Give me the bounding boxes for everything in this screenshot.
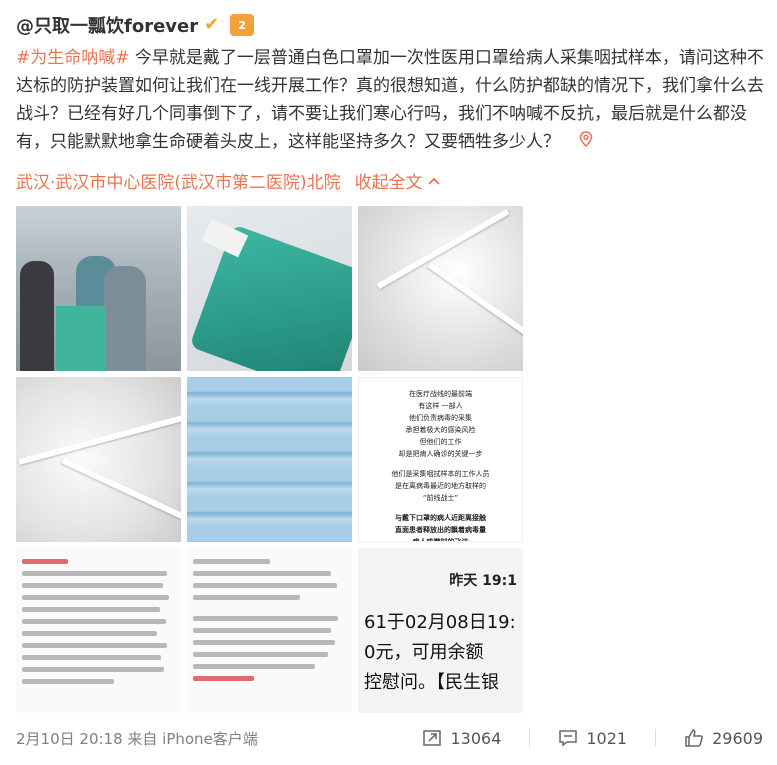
- divider: [529, 729, 531, 747]
- chevron-up-icon: [428, 177, 440, 185]
- post-body: #为生命呐喊# 今早就是戴了一层普通白色口罩加一次性医用口罩给病人采集咽拭样本，…: [16, 44, 766, 156]
- sms-line: 控慰问。【民生银: [364, 672, 499, 693]
- like-button[interactable]: 29609: [684, 728, 763, 748]
- photo-sms-screenshot[interactable]: 昨天 19:1 61于02月08日19: 0元，可用余额 控慰问。【民生银: [358, 548, 523, 713]
- photo-green-gown[interactable]: [187, 206, 352, 371]
- post-header: @只取一瓢饮forever ✔ 2: [16, 10, 255, 40]
- poster-line: [365, 460, 516, 468]
- photo-text-document-1[interactable]: [16, 548, 181, 713]
- sms-line: 0元，可用余额: [364, 642, 484, 663]
- photo-blue-surgical-mask[interactable]: [187, 377, 352, 542]
- poster-line: 直面患者释放出的飘着病毒量: [395, 526, 486, 534]
- poster-line: 与戴下口罩的病人近距离接触: [395, 514, 486, 522]
- photo-white-mask[interactable]: [358, 206, 523, 371]
- member-crown-icon[interactable]: 2: [230, 14, 255, 36]
- poster-line: 病人咳嗽时的飞沫: [412, 538, 469, 542]
- hashtag-link[interactable]: #为生命呐喊#: [16, 48, 130, 68]
- repost-count: 13064: [450, 728, 502, 748]
- poster-line: 有这样 一部人: [418, 402, 463, 410]
- photo-text-poster[interactable]: 在医疗战线的最前端 有这样 一部人他们负责病毒的采集 承担着极大的感染风险 但他们的工…: [358, 377, 523, 542]
- photo-text-document-2[interactable]: [187, 548, 352, 713]
- location-pin-icon: [574, 131, 593, 152]
- comment-icon: [559, 730, 578, 747]
- post-meta-row: 武汉·武汉市中心医院(武汉市第二医院)北院 收起全文: [16, 168, 441, 193]
- poster-line: 是在离病毒最近的地方取样的: [395, 482, 486, 490]
- collapse-button[interactable]: 收起全文: [355, 168, 441, 193]
- poster-line: 但他们的工作: [419, 438, 462, 446]
- location-link[interactable]: 武汉·武汉市中心医院(武汉市第二医院)北院: [16, 168, 341, 193]
- member-level: 2: [238, 18, 246, 32]
- divider: [655, 729, 657, 747]
- poster-line: 他们是采集咽拭样本的工作人员: [391, 470, 490, 478]
- repost-button[interactable]: 13064: [422, 728, 501, 748]
- thumbs-up-icon: [685, 729, 704, 747]
- poster-line: [365, 504, 516, 512]
- poster-line: 他们负责病毒的采集: [409, 414, 472, 422]
- comment-button[interactable]: 1021: [558, 728, 627, 748]
- collapse-label: 收起全文: [354, 173, 423, 193]
- action-bar: 13064 1021 29609: [422, 728, 763, 748]
- poster-line: 在医疗战线的最前端: [409, 390, 472, 398]
- poster-line: 承担着极大的感染风险: [405, 426, 476, 434]
- comment-count: 1021: [586, 728, 628, 748]
- poster-line: “前线战士”: [422, 494, 459, 502]
- sms-time: 昨天 19:1: [449, 573, 517, 589]
- photo-hallway-staff[interactable]: [16, 206, 181, 371]
- post-timestamp[interactable]: 2月10日 20:18 来自 iPhone客户端: [16, 728, 258, 749]
- author-name[interactable]: @只取一瓢饮forever: [16, 12, 198, 38]
- repost-icon: [423, 730, 442, 746]
- photo-mask-closeup[interactable]: [16, 377, 181, 542]
- sms-line: 61于02月08日19:: [364, 612, 516, 633]
- post-footer: 2月10日 20:18 来自 iPhone客户端 13064 1021 2960…: [0, 722, 777, 754]
- poster-line: 却是把病人确诊的关键一步: [398, 450, 483, 458]
- like-count: 29609: [712, 728, 763, 748]
- sms-text: 61于02月08日19: 0元，可用余额 控慰问。【民生银: [364, 608, 523, 698]
- image-grid: 在医疗战线的最前端 有这样 一部人他们负责病毒的采集 承担着极大的感染风险 但他们的工…: [16, 206, 523, 713]
- verified-v-icon: ✔: [204, 14, 220, 35]
